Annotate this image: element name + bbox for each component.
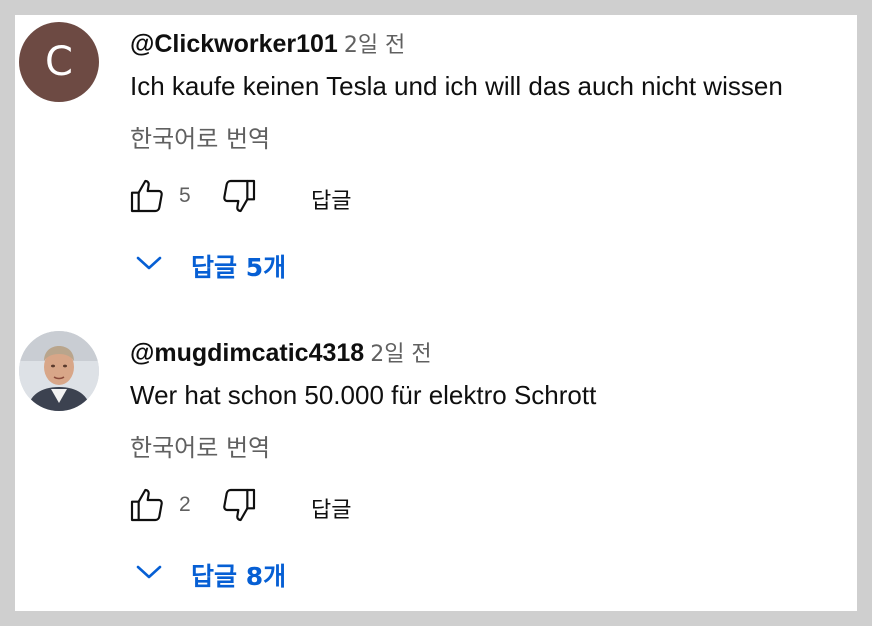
comment-text: Ich kaufe keinen Tesla und ich will das …	[130, 71, 783, 101]
dislike-button[interactable]	[217, 175, 261, 217]
comments-panel: C @Clickworker101 2일 전 Ich kaufe keinen T…	[15, 15, 857, 611]
avatar-photo	[19, 331, 99, 411]
comment-item: @mugdimcatic4318 2일 전 Wer hat schon 50.00…	[15, 324, 857, 624]
like-button[interactable]	[125, 484, 169, 526]
avatar-letter: C	[45, 39, 73, 85]
author-name[interactable]: @Clickworker101	[130, 30, 338, 58]
like-count: 5	[179, 184, 191, 207]
replies-label: 답글 5개	[191, 253, 287, 282]
comment-actions: 5 답글	[125, 175, 425, 217]
chevron-down-icon	[136, 565, 162, 579]
like-count: 2	[179, 493, 191, 516]
like-button[interactable]	[125, 175, 169, 217]
translate-link[interactable]: 한국어로 번역	[130, 119, 270, 154]
reply-button[interactable]: 답글	[311, 492, 351, 524]
avatar[interactable]: C	[19, 22, 99, 102]
thumbs-up-icon	[130, 179, 163, 213]
comment-text: Wer hat schon 50.000 für elektro Schrott	[130, 380, 597, 410]
thumbs-down-icon	[223, 488, 256, 522]
comment-header: @Clickworker101 2일 전	[130, 27, 405, 59]
chevron-down-icon	[136, 256, 162, 270]
thumbs-up-icon	[130, 488, 163, 522]
translate-link[interactable]: 한국어로 번역	[130, 428, 270, 463]
author-name[interactable]: @mugdimcatic4318	[130, 339, 364, 367]
reply-button[interactable]: 답글	[311, 183, 351, 215]
comment-header: @mugdimcatic4318 2일 전	[130, 336, 432, 368]
avatar[interactable]	[19, 331, 99, 411]
comment-item: C @Clickworker101 2일 전 Ich kaufe keinen T…	[15, 15, 857, 315]
comment-time[interactable]: 2일 전	[344, 33, 405, 58]
comment-actions: 2 답글	[125, 484, 425, 526]
dislike-button[interactable]	[217, 484, 261, 526]
view-replies-button[interactable]: 답글 8개	[135, 554, 355, 594]
view-replies-button[interactable]: 답글 5개	[135, 245, 355, 285]
thumbs-down-icon	[223, 179, 256, 213]
replies-label: 답글 8개	[191, 562, 287, 591]
comment-time[interactable]: 2일 전	[370, 342, 431, 367]
